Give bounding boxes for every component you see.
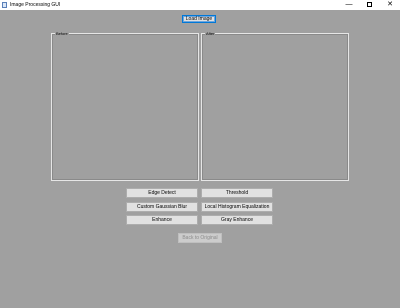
threshold-button[interactable]: Threshold [201,188,273,198]
gray-enhance-button[interactable]: Gray Enhance [201,215,273,225]
minimize-icon: — [345,1,353,8]
minimize-button[interactable]: — [339,0,359,10]
maximize-button[interactable] [359,0,379,10]
enhance-button[interactable]: Enhance [126,215,198,225]
before-label: Before [55,31,69,36]
local-histogram-equalization-button[interactable]: Local Histogram Equalization [201,202,273,212]
close-icon: ✕ [387,1,393,8]
after-label: After [205,31,216,36]
app-icon [2,2,7,8]
after-image-panel: After [201,31,349,181]
title-bar[interactable]: Image Processing GUI — ✕ [0,0,400,10]
before-image-panel: Before [51,31,199,181]
edge-detect-button[interactable]: Edge Detect [126,188,198,198]
maximize-icon [366,1,372,7]
custom-gaussian-blur-button[interactable]: Custom Gaussian Blur [126,202,198,212]
window-title: Image Processing GUI [10,2,61,8]
load-image-button[interactable]: Load Image [182,15,216,23]
back-to-original-button[interactable]: Back to Original [178,233,222,243]
close-button[interactable]: ✕ [380,0,400,10]
